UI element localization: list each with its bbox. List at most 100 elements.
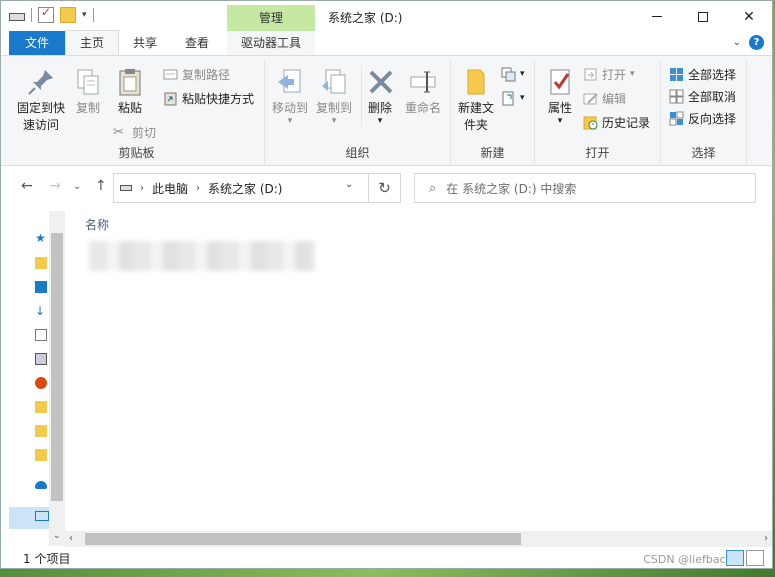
onedrive-cloud-icon[interactable] — [35, 481, 47, 489]
nav-desktop-icon[interactable] — [35, 281, 47, 293]
minimize-button[interactable] — [634, 1, 680, 32]
paste-icon — [114, 66, 146, 98]
folder-icon — [460, 66, 492, 98]
forward-arrow-icon[interactable]: → — [49, 178, 61, 194]
scroll-right-arrow-icon[interactable]: › — [764, 531, 768, 547]
properties-label: 属性 — [547, 101, 572, 115]
scroll-down-arrow-icon[interactable]: ⌄ — [53, 531, 61, 541]
breadcrumb-drive[interactable]: 系统之家 (D:) — [208, 180, 282, 197]
copy-button[interactable]: 复制 — [71, 66, 105, 117]
properties-chevron-icon: ▾ — [557, 116, 563, 126]
nav-documents-icon[interactable] — [35, 329, 47, 341]
large-icons-view-icon[interactable] — [746, 550, 764, 566]
copy-path-button[interactable]: 复制路径 — [163, 64, 230, 84]
nav-downloads-icon[interactable]: ↓ — [35, 305, 47, 317]
address-dropdown-chevron-icon[interactable]: ⌄ — [345, 179, 353, 190]
edit-icon — [583, 91, 598, 106]
quick-access-star-icon[interactable]: ★ — [35, 231, 47, 245]
move-to-button[interactable]: 移动到 ▾ — [269, 66, 311, 126]
open-icon — [583, 67, 598, 82]
breadcrumb-this-pc[interactable]: 此电脑 — [152, 180, 188, 197]
new-folder-icon[interactable] — [60, 7, 76, 23]
up-arrow-icon[interactable]: ↑ — [95, 178, 107, 194]
back-arrow-icon[interactable]: ← — [21, 178, 33, 194]
nav-pane-scrollbar[interactable]: ⌄ — [49, 211, 65, 546]
rename-button[interactable]: 重命名 — [401, 66, 445, 117]
select-all-button[interactable]: 全部选择 — [669, 64, 736, 84]
select-all-icon — [669, 67, 684, 82]
refresh-button[interactable]: ↻ — [369, 173, 401, 203]
window-controls: ✕ — [634, 1, 772, 32]
collapse-ribbon-icon[interactable]: ⌄ — [733, 37, 741, 48]
delete-x-icon — [365, 66, 397, 98]
new-item-button[interactable]: ▾ — [501, 64, 525, 84]
ribbon-tabs: 文件 主页 共享 查看 驱动器工具 ⌄ ? — [1, 30, 772, 56]
view-toggle — [726, 550, 764, 566]
search-box[interactable]: ⌕ 在 系统之家 (D:) 中搜索 — [414, 173, 756, 203]
nav-folder-icon[interactable] — [35, 449, 47, 461]
group-label-clipboard: 剪贴板 — [118, 146, 155, 160]
cut-button[interactable]: ✂ 剪切 — [113, 122, 156, 142]
tab-view[interactable]: 查看 — [171, 31, 223, 55]
rename-label: 重命名 — [404, 101, 441, 115]
edit-button[interactable]: 编辑 — [583, 88, 626, 108]
refresh-icon: ↻ — [378, 179, 391, 197]
blurred-file-row[interactable] — [89, 241, 315, 271]
tab-home[interactable]: 主页 — [65, 30, 120, 55]
pin-icon — [25, 66, 57, 98]
paste-button[interactable]: 粘贴 — [109, 66, 151, 117]
help-icon[interactable]: ? — [749, 35, 764, 50]
breadcrumb-separator-icon: › — [140, 182, 144, 194]
select-none-button[interactable]: 全部取消 — [669, 86, 736, 106]
easy-access-chevron-icon: ▾ — [520, 93, 525, 103]
tab-share[interactable]: 共享 — [119, 31, 171, 55]
select-all-label: 全部选择 — [688, 67, 737, 82]
pin-label: 固定到快速访问 — [16, 101, 65, 132]
nav-folder-icon[interactable] — [35, 401, 47, 413]
manage-context-tab[interactable]: 管理 — [227, 5, 315, 32]
nav-folder-icon[interactable] — [35, 257, 47, 269]
properties-icon[interactable] — [38, 5, 54, 23]
drive-small-icon — [120, 185, 132, 191]
horizontal-scrollbar[interactable]: ‹ › — [65, 531, 772, 547]
move-to-label: 移动到 — [271, 101, 308, 115]
title-bar: ▾ 管理 系统之家 (D:) ✕ — [1, 1, 772, 32]
scroll-left-arrow-icon[interactable]: ‹ — [69, 531, 73, 547]
easy-access-button[interactable]: ▾ — [501, 88, 525, 108]
nav-folder-icon[interactable] — [35, 425, 47, 437]
properties-button[interactable]: 属性 ▾ — [539, 66, 581, 126]
details-view-icon[interactable] — [726, 550, 744, 566]
nav-pictures-icon[interactable] — [35, 353, 47, 365]
paste-shortcut-label: 粘贴快捷方式 — [182, 91, 255, 106]
pin-quick-access-button[interactable]: 固定到快速访问 — [13, 66, 69, 134]
tab-file[interactable]: 文件 — [9, 31, 65, 55]
copy-to-label: 复制到 — [315, 101, 352, 115]
copy-icon — [72, 66, 104, 98]
tab-drive-tools[interactable]: 驱动器工具 — [227, 31, 316, 55]
new-item-icon — [501, 67, 516, 82]
open-button[interactable]: 打开 ▾ — [583, 64, 635, 84]
horizontal-scrollbar-thumb[interactable] — [85, 533, 521, 545]
move-to-icon — [274, 66, 306, 98]
easy-access-icon — [501, 91, 516, 106]
group-new: 新建文件夹 ▾ ▾ 新建 — [451, 60, 535, 164]
new-folder-button[interactable]: 新建文件夹 — [455, 66, 497, 134]
history-button[interactable]: 历史记录 — [583, 112, 650, 132]
invert-selection-button[interactable]: 反向选择 — [669, 108, 736, 128]
open-chevron-icon: ▾ — [630, 69, 635, 79]
close-button[interactable]: ✕ — [726, 1, 772, 32]
minimize-icon — [652, 16, 662, 17]
paste-shortcut-icon — [163, 91, 178, 106]
nav-scrollbar-thumb[interactable] — [51, 233, 63, 501]
nav-warning-icon[interactable] — [35, 377, 47, 389]
copy-to-button[interactable]: 复制到 ▾ — [313, 66, 355, 126]
select-none-icon — [669, 89, 684, 104]
watermark-text: CSDN @liefback — [643, 553, 732, 566]
address-bar[interactable]: › 此电脑 › 系统之家 (D:) — [113, 173, 369, 203]
maximize-button[interactable] — [680, 1, 726, 32]
paste-shortcut-button[interactable]: 粘贴快捷方式 — [163, 88, 254, 108]
recent-locations-chevron-icon[interactable]: ⌄ — [73, 181, 81, 192]
delete-button[interactable]: 删除 ▾ — [365, 66, 395, 126]
customize-qat-chevron-icon[interactable]: ▾ — [82, 10, 87, 20]
column-header-name[interactable]: 名称 — [85, 216, 109, 233]
